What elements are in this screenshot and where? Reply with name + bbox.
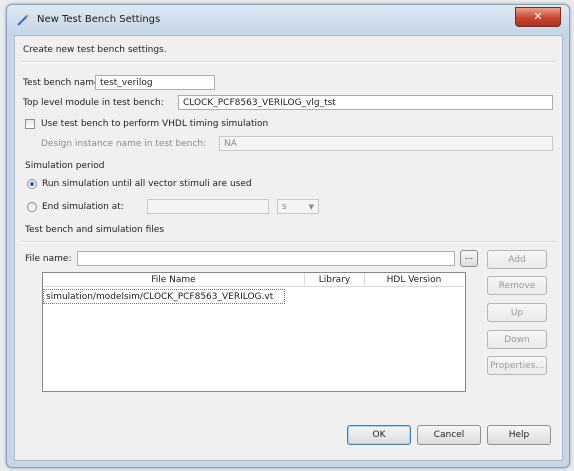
title-bar[interactable]: New Test Bench Settings ✕ <box>7 5 569 35</box>
dialog-header-text: Create new test bench settings. <box>23 45 167 55</box>
design-instance-input[interactable]: NA <box>219 136 553 151</box>
end-simulation-label: End simulation at: <box>42 202 124 212</box>
ok-button[interactable]: OK <box>347 425 411 445</box>
simulation-period-label: Simulation period <box>25 161 105 171</box>
table-cell-file-name: simulation/modelsim/CLOCK_PCF8563_VERILO… <box>46 292 274 302</box>
column-header-library[interactable]: Library <box>305 273 365 287</box>
files-group-label: Test bench and simulation files <box>25 225 165 235</box>
remove-button[interactable]: Remove <box>487 276 547 295</box>
up-button[interactable]: Up <box>487 303 547 322</box>
properties-button[interactable]: Properties... <box>487 356 547 375</box>
time-unit-value: s <box>282 202 287 212</box>
divider <box>21 241 556 243</box>
chevron-down-icon: ▼ <box>308 203 314 211</box>
help-button[interactable]: Help <box>487 425 551 445</box>
time-unit-select[interactable]: s ▼ <box>277 199 319 214</box>
column-header-file-name[interactable]: File Name <box>43 273 305 287</box>
dialog-body: Create new test bench settings. Test ben… <box>14 35 563 461</box>
test-bench-name-input[interactable]: test_verilog <box>95 75 215 90</box>
add-button[interactable]: Add <box>487 250 547 269</box>
close-button[interactable]: ✕ <box>515 7 561 27</box>
design-instance-label: Design instance name in test bench: <box>41 139 207 149</box>
top-level-module-input[interactable]: CLOCK_PCF8563_VERILOG_vlg_tst <box>178 95 553 110</box>
run-until-radio[interactable] <box>27 179 37 189</box>
dialog-window: New Test Bench Settings ✕ Create new tes… <box>6 4 570 468</box>
test-bench-name-label: Test bench name: <box>23 78 103 88</box>
down-button[interactable]: Down <box>487 330 547 349</box>
end-simulation-radio[interactable] <box>27 202 37 212</box>
top-level-module-label: Top level module in test bench: <box>23 98 164 108</box>
window-title: New Test Bench Settings <box>37 14 161 25</box>
file-name-input[interactable] <box>77 251 455 266</box>
table-row[interactable]: simulation/modelsim/CLOCK_PCF8563_VERILO… <box>43 289 285 304</box>
run-until-label: Run simulation until all vector stimuli … <box>42 179 252 189</box>
vhdl-timing-checkbox-label: Use test bench to perform VHDL timing si… <box>41 119 269 129</box>
divider <box>21 61 556 63</box>
end-simulation-time-input[interactable] <box>147 199 269 214</box>
vhdl-timing-checkbox[interactable] <box>25 119 35 129</box>
file-name-label: File name: <box>25 254 72 264</box>
column-header-hdl-version[interactable]: HDL Version <box>365 273 463 287</box>
browse-button[interactable]: ... <box>460 250 478 267</box>
cancel-button[interactable]: Cancel <box>417 425 481 445</box>
close-icon: ✕ <box>533 10 543 23</box>
files-table[interactable]: File Name Library HDL Version simulation… <box>42 272 466 392</box>
app-icon <box>17 14 29 26</box>
